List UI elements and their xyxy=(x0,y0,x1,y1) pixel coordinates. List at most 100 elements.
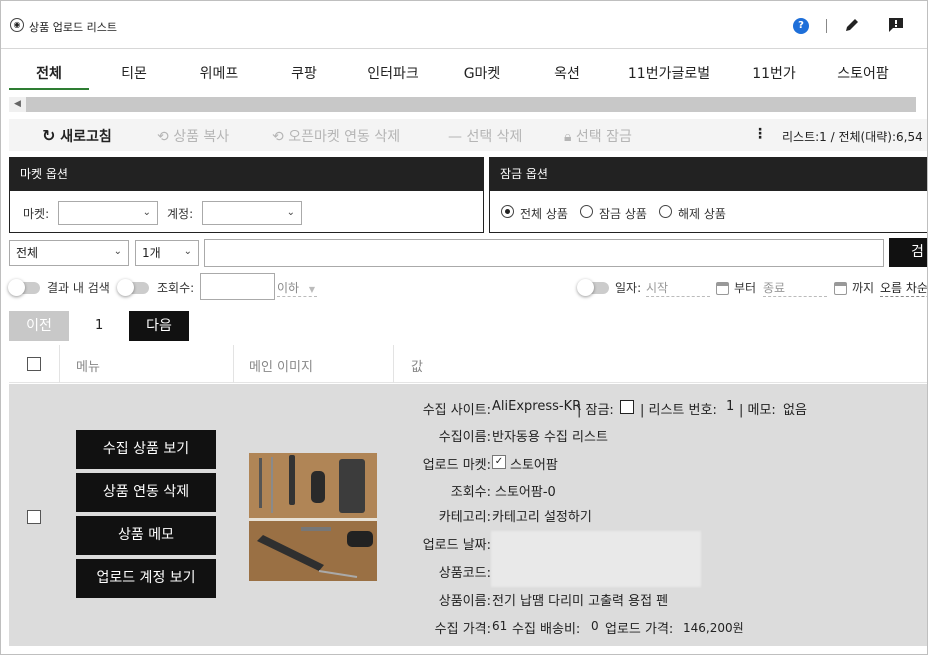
calendar-icon[interactable] xyxy=(716,282,729,295)
column-menu: 메뉴 xyxy=(76,360,100,375)
views-below-label: 이하 xyxy=(277,281,300,295)
upload-market-label: 업로드 마켓: xyxy=(422,458,491,473)
upload-price-value: 146,200원 xyxy=(683,621,744,635)
market-select[interactable]: ⌄ xyxy=(58,201,158,225)
page-title: 상품 업로드 리스트 xyxy=(29,21,117,34)
select-delete-button[interactable]: — 선택 삭제 xyxy=(448,126,522,146)
tab-interpark[interactable]: 인터파크 xyxy=(352,57,434,91)
views-input[interactable] xyxy=(200,273,275,300)
table-row: 수집 상품 보기 상품 연동 삭제 상품 메모 업로드 계정 보기 수집 사이트… xyxy=(9,384,927,646)
radio-all-label: 전체 상품 xyxy=(520,207,568,221)
refresh-label: 새로고침 xyxy=(60,129,112,145)
copy-product-label: 상품 복사 xyxy=(173,129,230,145)
lock-options-panel: 잠금 옵션 전체 상품 잠금 상품 해제 상품 xyxy=(489,157,927,233)
chevron-down-icon: ▼ xyxy=(308,285,316,294)
date-start-input[interactable]: 시작 xyxy=(646,279,710,297)
scroll-left-icon[interactable]: ◀ xyxy=(9,97,26,112)
radio-all-products[interactable] xyxy=(501,205,514,218)
views-value: 스토어팜-0 xyxy=(495,485,556,500)
view-collected-product-button[interactable]: 수집 상품 보기 xyxy=(76,430,216,469)
column-value: 값 xyxy=(411,360,423,375)
account-select[interactable]: ⌄ xyxy=(202,201,302,225)
category-setup-link[interactable]: 카테고리 설정하기 xyxy=(492,506,592,525)
radio-locked-products[interactable] xyxy=(580,205,593,218)
table-header: 메뉴 메인 이미지 값 xyxy=(9,345,927,383)
openmarket-delete-button[interactable]: ⟲ 오픈마켓 연동 삭제 xyxy=(272,126,400,146)
date-from-label: 부터 xyxy=(734,281,757,295)
app-header: ◉ 상품 업로드 리스트 ? xyxy=(1,1,927,49)
lock-icon: 🔒︎ xyxy=(564,129,572,145)
tab-coupang[interactable]: 쿠팡 xyxy=(264,57,344,91)
view-upload-account-button[interactable]: 업로드 계정 보기 xyxy=(76,559,216,598)
minus-icon: — xyxy=(448,129,462,145)
current-page: 1 xyxy=(95,318,104,333)
tab-11st[interactable]: 11번가 xyxy=(734,57,814,91)
column-divider xyxy=(393,345,394,383)
search-scope-value: 전체 xyxy=(16,246,39,260)
product-main-image[interactable] xyxy=(249,453,377,581)
radio-unlocked-products[interactable] xyxy=(659,205,672,218)
tab-all[interactable]: 전체 xyxy=(9,57,89,91)
tab-auction[interactable]: 옥션 xyxy=(527,57,607,91)
delete-product-link-button[interactable]: 상품 연동 삭제 xyxy=(76,473,216,512)
select-lock-label: 선택 잠금 xyxy=(575,129,632,145)
row-checkbox[interactable] xyxy=(27,510,41,524)
select-all-checkbox[interactable] xyxy=(27,357,41,371)
product-memo-button[interactable]: 상품 메모 xyxy=(76,516,216,555)
refresh-button[interactable]: ↻ 새로고침 xyxy=(42,126,112,146)
collect-name-value: 반자동용 수집 리스트 xyxy=(492,430,608,445)
column-divider xyxy=(59,345,60,383)
upload-market-checkbox[interactable]: ✓ xyxy=(492,455,506,469)
in-result-toggle[interactable] xyxy=(8,279,40,296)
calendar-icon[interactable] xyxy=(834,282,847,295)
app-window: ◉ 상품 업로드 리스트 ? 전체 티몬 위메프 쿠팡 인터파크 G마켓 옥션 … xyxy=(0,0,928,655)
lock-checkbox[interactable] xyxy=(620,400,634,414)
tab-wemakeprice[interactable]: 위메프 xyxy=(179,57,259,91)
product-code-label: 상품코드: xyxy=(438,566,491,581)
search-button[interactable]: 검 xyxy=(889,238,927,267)
chevron-down-icon: ⌄ xyxy=(183,246,192,257)
search-count-value: 1개 xyxy=(142,246,161,260)
account-label: 계정: xyxy=(167,207,194,221)
tab-storefarm[interactable]: 스토어팜 xyxy=(821,57,905,91)
views-label: 조회수: xyxy=(450,485,491,500)
views-below-select[interactable]: 이하 ▼ xyxy=(277,279,317,297)
date-toggle[interactable] xyxy=(577,279,609,296)
radio-unlocked-label: 해제 상품 xyxy=(678,207,726,221)
logo-icon: ◉ xyxy=(10,18,24,32)
refresh-icon: ↻ xyxy=(42,126,56,145)
search-input[interactable] xyxy=(204,239,884,267)
search-scope-select[interactable]: 전체 ⌄ xyxy=(9,240,129,266)
views-toggle[interactable] xyxy=(117,279,149,296)
tab-11st-global[interactable]: 11번가글로벌 xyxy=(614,57,724,91)
more-menu-icon[interactable]: ⋮ xyxy=(753,126,767,142)
market-options-title: 마켓 옵션 xyxy=(10,158,483,191)
date-until-label: 까지 xyxy=(852,281,875,295)
date-end-input[interactable]: 종료 xyxy=(763,279,827,297)
prev-page-button[interactable]: 이전 xyxy=(9,311,69,341)
shipping-value: 0 xyxy=(591,619,599,633)
header-divider xyxy=(826,19,827,33)
column-main-image: 메인 이미지 xyxy=(249,360,313,375)
shipping-label: 수집 배송비: xyxy=(512,622,581,637)
sort-order-select[interactable]: 오름 차순 xyxy=(880,279,927,297)
views-label: 조회수: xyxy=(157,281,195,295)
next-page-button[interactable]: 다음 xyxy=(129,311,189,341)
horizontal-scrollbar[interactable] xyxy=(9,97,916,112)
market-options-panel: 마켓 옵션 마켓: ⌄ 계정: ⌄ xyxy=(9,157,484,233)
lock-label: | 잠금: xyxy=(577,403,614,418)
tab-tmon[interactable]: 티몬 xyxy=(94,57,174,91)
column-divider xyxy=(233,345,234,383)
pencil-icon[interactable] xyxy=(843,16,861,34)
market-label: 마켓: xyxy=(23,207,50,221)
tab-gmarket[interactable]: G마켓 xyxy=(441,57,523,91)
radio-locked-label: 잠금 상품 xyxy=(599,207,647,221)
feedback-icon[interactable] xyxy=(887,16,905,34)
chevron-down-icon: ⌄ xyxy=(286,207,295,218)
select-lock-button[interactable]: 🔒︎ 선택 잠금 xyxy=(564,126,632,146)
action-toolbar: ↻ 새로고침 ⟲ 상품 복사 ⟲ 오픈마켓 연동 삭제 — 선택 삭제 🔒︎ 선… xyxy=(9,119,927,151)
search-count-select[interactable]: 1개 ⌄ xyxy=(135,240,199,266)
help-icon[interactable]: ? xyxy=(793,18,809,34)
copy-product-button[interactable]: ⟲ 상품 복사 xyxy=(157,126,229,146)
upload-market-value: 스토어팜 xyxy=(510,458,558,473)
